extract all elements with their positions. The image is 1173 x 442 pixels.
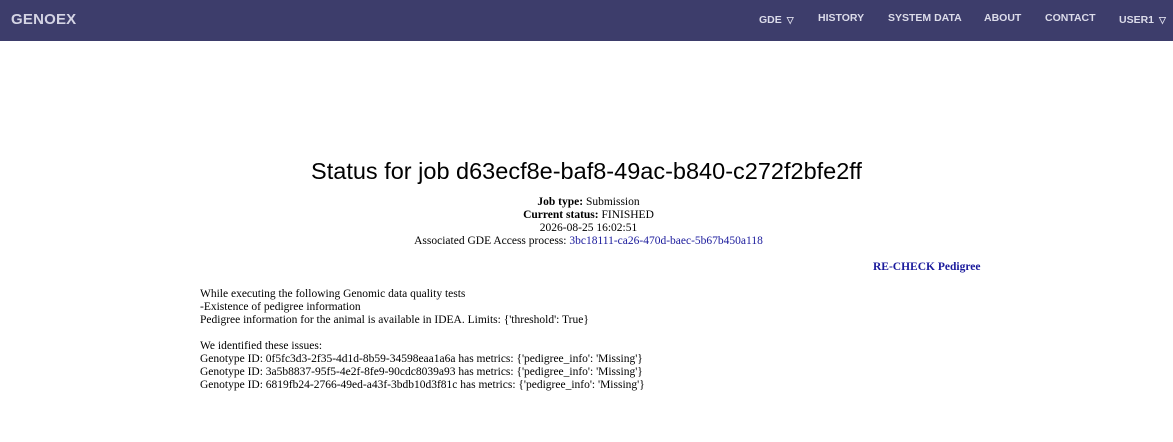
page-title: Status for job d63ecf8e-baf8-49ac-b840-c… bbox=[311, 158, 862, 184]
chevron-down-icon: ▽ bbox=[786, 15, 794, 25]
job-type-line: Job type: Submission bbox=[0, 196, 1173, 209]
nav-user-menu[interactable]: USER1 ▽ bbox=[1119, 14, 1166, 26]
job-type-value: Submission bbox=[585, 196, 640, 208]
nav-about[interactable]: ABOUT bbox=[984, 12, 1021, 24]
issue-row: Genotype ID: 0f5fc3d3-2f35-4d1d-8b59-345… bbox=[200, 353, 643, 365]
job-timestamp: 2026-08-25 16:02:51 bbox=[539, 222, 638, 234]
associated-process-link[interactable]: 3bc18111-ca26-470d-baec-5b67b450a118 bbox=[569, 235, 763, 247]
nav-contact[interactable]: CONTACT bbox=[1045, 12, 1096, 24]
recheck-pedigree-button[interactable]: RE-CHECK Pedigree bbox=[873, 261, 980, 273]
associated-process-line: Associated GDE Access process: 3bc18111-… bbox=[0, 235, 1173, 248]
top-navbar: GENOEX GDE ▽ HISTORY SYSTEM DATA ABOUT C… bbox=[0, 0, 1173, 41]
issues-heading: We identified these issues: bbox=[200, 340, 323, 352]
report-test-description: Pedigree information for the animal is a… bbox=[200, 314, 589, 326]
nav-gde-menu[interactable]: GDE ▽ bbox=[759, 14, 794, 26]
report-intro: While executing the following Genomic da… bbox=[200, 288, 466, 300]
nav-gde-label: GDE bbox=[759, 14, 782, 26]
chevron-down-icon: ▽ bbox=[1158, 15, 1166, 25]
job-status-label: Current status: bbox=[523, 209, 599, 221]
report-test-name: -Existence of pedigree information bbox=[200, 301, 361, 313]
nav-user-label: USER1 bbox=[1119, 14, 1155, 26]
brand-logo[interactable]: GENOEX bbox=[11, 11, 76, 28]
job-type-label: Job type: bbox=[537, 196, 584, 208]
nav-system-data[interactable]: SYSTEM DATA bbox=[888, 12, 962, 24]
associated-process-label: Associated GDE Access process: bbox=[414, 235, 567, 247]
issue-row: Genotype ID: 6819fb24-2766-49ed-a43f-3bd… bbox=[200, 379, 645, 391]
issue-row: Genotype ID: 3a5b8837-95f5-4e2f-8fe9-90c… bbox=[200, 366, 643, 378]
job-status-value: FINISHED bbox=[601, 209, 654, 221]
job-status-line: Current status: FINISHED bbox=[0, 209, 1173, 222]
nav-history[interactable]: HISTORY bbox=[818, 12, 864, 24]
